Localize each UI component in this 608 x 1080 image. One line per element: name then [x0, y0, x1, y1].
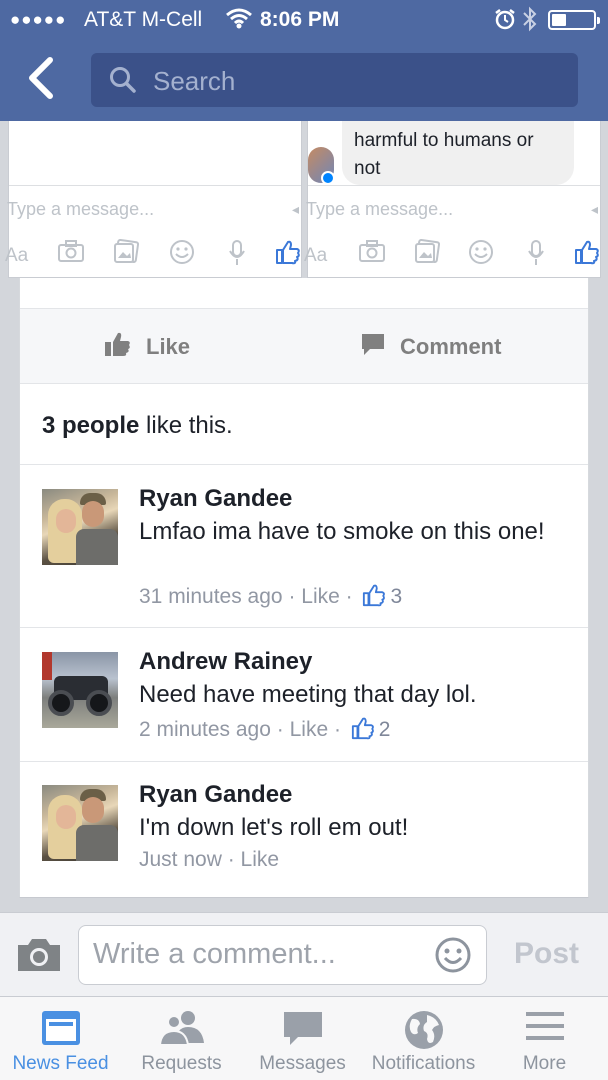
comment-like-count[interactable]: 3	[390, 585, 402, 608]
emoji-icon[interactable]	[434, 936, 472, 979]
menu-icon	[525, 1009, 565, 1048]
avatar[interactable]	[42, 652, 118, 728]
comment-text: Need have meeting that day lol.	[139, 681, 477, 708]
comment-like-link[interactable]: Like	[301, 585, 340, 608]
comment-composer: Write a comment... Post	[0, 912, 608, 996]
comment-meta: 2 minutes ago · Like · 2	[139, 716, 390, 746]
photo-icon[interactable]	[113, 238, 140, 270]
text-format-button[interactable]: Aa	[5, 245, 28, 267]
post-actions: Like Comment	[20, 308, 588, 384]
comment-button[interactable]: Comment	[360, 331, 501, 363]
camera-button[interactable]	[14, 935, 64, 980]
comment-time: 2 minutes ago	[139, 718, 271, 741]
camera-icon[interactable]	[358, 239, 386, 268]
tab-notifications[interactable]: Notifications	[363, 997, 484, 1080]
tab-news-feed[interactable]: News Feed	[0, 997, 121, 1080]
comment-like-count[interactable]: 2	[379, 718, 391, 741]
likes-summary[interactable]: 3 people like this.	[42, 412, 233, 440]
comment-meta: Just now · Like	[139, 848, 280, 871]
search-input[interactable]: Search	[153, 66, 235, 97]
wifi-icon	[226, 7, 252, 35]
avatar[interactable]	[42, 785, 118, 861]
comment-icon	[360, 334, 386, 362]
comment-item: Andrew Rainey Need have meeting that day…	[20, 628, 588, 762]
comment-item: Ryan Gandee I'm down let's roll em out! …	[20, 762, 588, 896]
photo-icon[interactable]	[414, 238, 441, 270]
battery-icon	[548, 10, 600, 30]
collapse-icon: ◂	[590, 201, 598, 217]
comment-like-link[interactable]: Like	[241, 848, 280, 871]
comment-time: Just now	[139, 848, 222, 871]
post-button[interactable]: Post	[514, 937, 579, 971]
sticker-icon[interactable]	[468, 239, 494, 270]
top-bar: ●●●●● AT&T M-Cell 8:06 PM Search	[0, 0, 608, 121]
messages-icon	[282, 1009, 324, 1052]
bluetooth-icon	[522, 6, 538, 38]
comment-meta: 31 minutes ago · Like · 3	[139, 583, 402, 613]
camera-icon[interactable]	[57, 239, 85, 268]
comment-input[interactable]: Write a comment...	[78, 925, 487, 985]
thumbs-up-icon	[104, 332, 132, 362]
messenger-badge-icon	[321, 171, 335, 185]
clock: 8:06 PM	[260, 8, 340, 31]
comment-author[interactable]: Andrew Rainey	[139, 648, 312, 676]
thumbs-up-icon	[351, 716, 375, 746]
friend-requests-icon	[158, 1009, 206, 1052]
collapse-icon: ◂	[291, 201, 299, 217]
message-input[interactable]: Type a message...	[306, 199, 453, 220]
thumbs-up-icon[interactable]	[275, 239, 301, 270]
like-button[interactable]: Like	[104, 331, 190, 363]
comment-item: Ryan Gandee Lmfao ima have to smoke on t…	[20, 465, 588, 628]
thumbs-up-icon	[362, 583, 386, 613]
chat-popup[interactable]: Type a message... ◂ Aa	[5, 121, 302, 278]
avatar[interactable]	[42, 489, 118, 565]
tab-requests[interactable]: Requests	[121, 997, 242, 1080]
tab-bar: News Feed Requests Messages Notification…	[0, 996, 608, 1080]
signal-strength: ●●●●●	[10, 10, 67, 29]
chat-popup[interactable]: harmful to humans or not Type a message.…	[304, 121, 601, 278]
comment-author[interactable]: Ryan Gandee	[139, 485, 292, 513]
tab-messages[interactable]: Messages	[242, 997, 363, 1080]
text-format-button[interactable]: Aa	[304, 245, 327, 267]
carrier-label: AT&T M-Cell	[84, 8, 203, 31]
microphone-icon[interactable]	[526, 239, 546, 272]
status-bar: ●●●●● AT&T M-Cell 8:06 PM	[0, 0, 608, 40]
post-card: Like Comment 3 people like this. Ryan Ga…	[19, 278, 589, 898]
comment-author[interactable]: Ryan Gandee	[139, 781, 292, 809]
comment-time: 31 minutes ago	[139, 585, 283, 608]
globe-icon	[403, 1009, 445, 1056]
message-input[interactable]: Type a message...	[7, 199, 154, 220]
message-bubble: harmful to humans or not	[342, 121, 574, 185]
comment-text: I'm down let's roll em out!	[139, 814, 409, 841]
comment-text: Lmfao ima have to smoke on this one!	[139, 518, 545, 545]
alarm-icon	[494, 8, 516, 36]
microphone-icon[interactable]	[227, 239, 247, 272]
sticker-icon[interactable]	[169, 239, 195, 270]
tab-more[interactable]: More	[484, 997, 605, 1080]
search-bar[interactable]: Search	[91, 53, 578, 107]
thumbs-up-icon[interactable]	[574, 239, 600, 270]
news-feed-icon	[41, 1009, 81, 1052]
comment-like-link[interactable]: Like	[290, 718, 329, 741]
back-button[interactable]	[24, 56, 64, 104]
search-icon	[109, 66, 137, 99]
